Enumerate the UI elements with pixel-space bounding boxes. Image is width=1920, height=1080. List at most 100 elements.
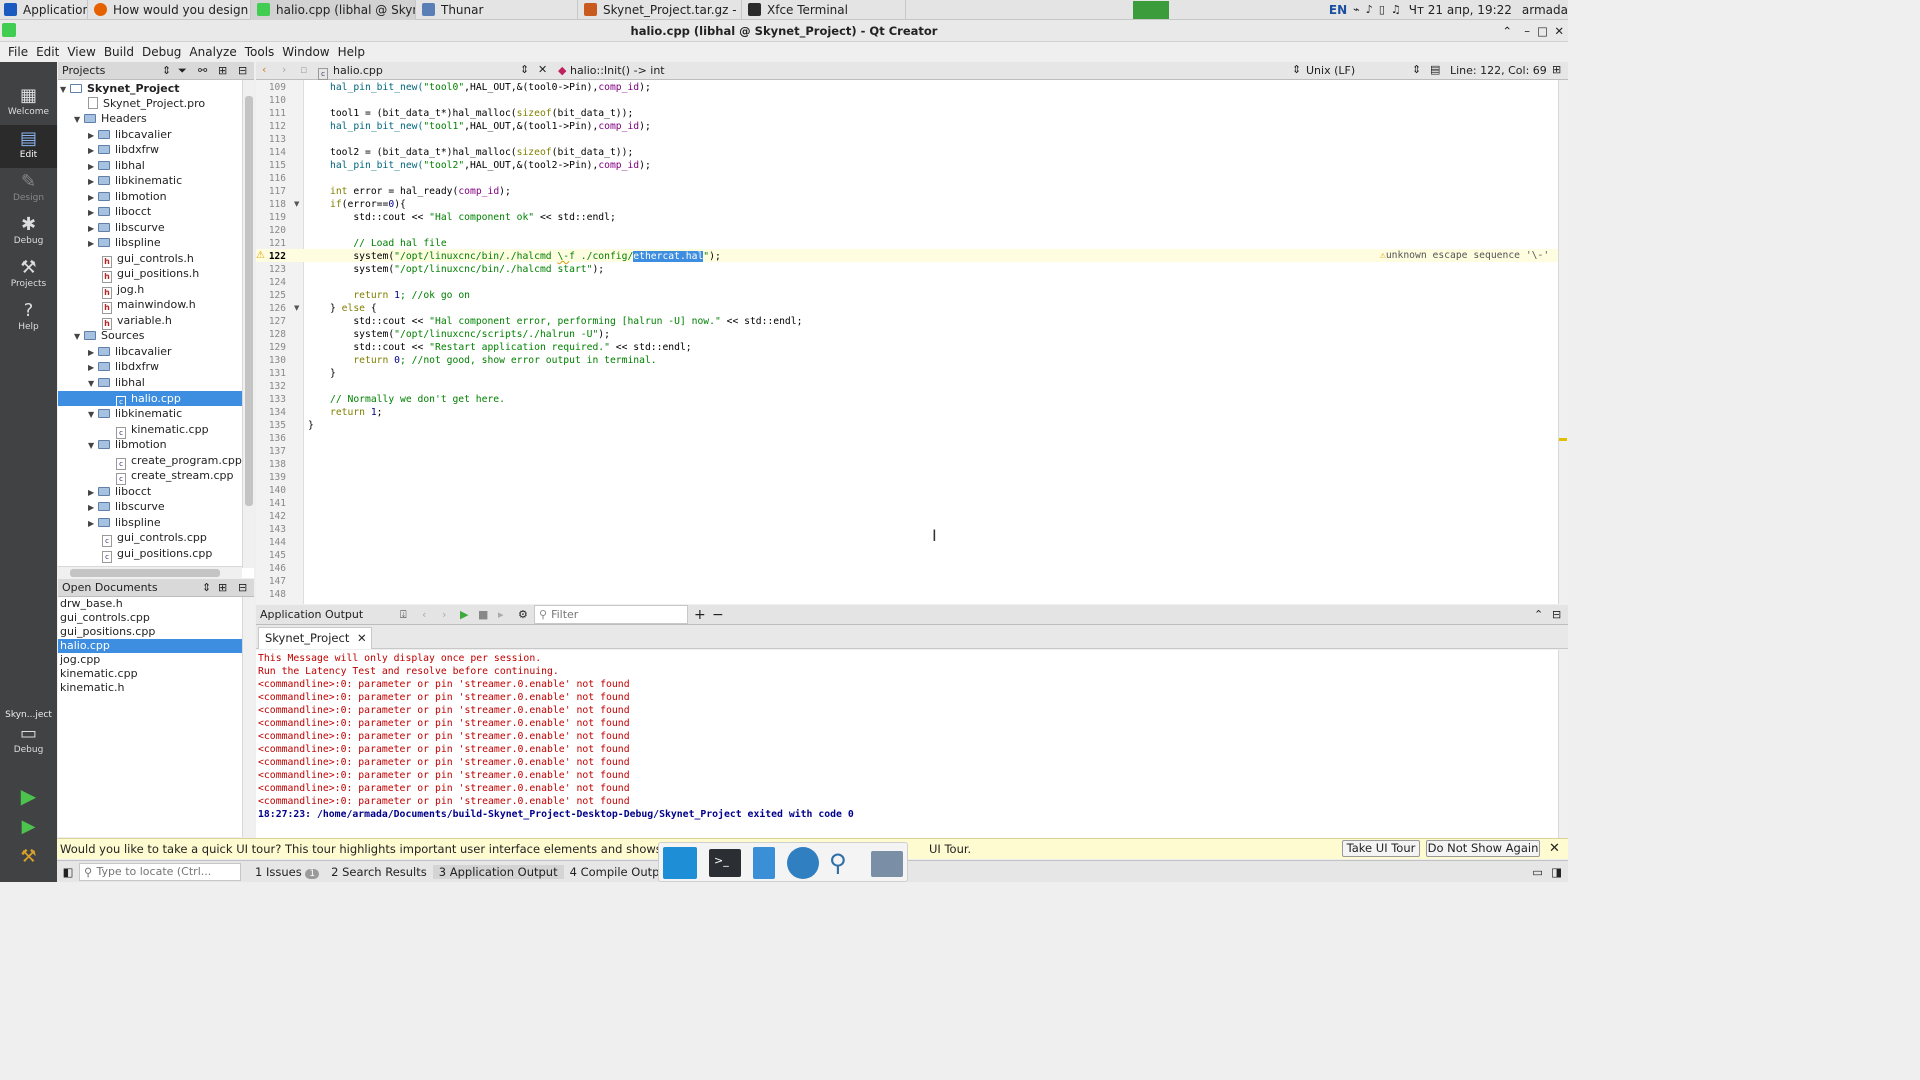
open-document-item[interactable]: gui_controls.cpp — [60, 611, 150, 625]
tree-header-dir[interactable]: ▶ libkinematic — [88, 173, 182, 188]
debug-icon[interactable]: ▸ — [498, 608, 504, 621]
tree-scrollbar[interactable] — [242, 80, 254, 568]
sort-icon[interactable]: ⇕ — [202, 581, 211, 594]
tree-source-dir[interactable]: ▶ libocct — [88, 484, 151, 499]
stop-icon[interactable]: ■ — [478, 608, 488, 621]
toggle-sidebar-icon[interactable]: ◧ — [57, 865, 79, 879]
close-icon[interactable]: ✕ — [1554, 20, 1564, 42]
code-editor[interactable]: 109 110 111 112 113 114 115 116 117 118 119 120 121 1… — [256, 80, 1558, 604]
forward-arrow-icon[interactable]: › — [282, 63, 286, 76]
progress-icon[interactable]: ▭ — [1532, 865, 1543, 879]
tree-source-dir[interactable]: ▶ libscurve — [88, 499, 165, 514]
mode-help[interactable]: ? Help — [0, 297, 57, 340]
tree-header-file[interactable]: h mainwindow.h — [102, 297, 196, 314]
tree-source-file[interactable]: c gui_positions.cpp — [102, 546, 212, 563]
menu-window[interactable]: Window — [278, 45, 333, 59]
output-text[interactable]: This Message will only display once per … — [256, 650, 1558, 838]
tree-source-file[interactable]: c kinematic.cpp — [116, 422, 209, 439]
docs-scrollbar[interactable] — [242, 597, 254, 837]
split-icon[interactable]: ⊞ — [218, 64, 227, 77]
open-document-item[interactable]: jog.cpp — [60, 653, 100, 667]
mode-edit[interactable]: ▤ Edit — [0, 125, 57, 168]
next-icon[interactable]: › — [442, 608, 446, 621]
terminal-icon[interactable]: >_ — [709, 849, 741, 877]
symbol-selector[interactable]: ◆ halio::Init() -> int — [558, 64, 665, 77]
locator-input[interactable] — [96, 865, 227, 878]
task-thunar[interactable]: Thunar — [416, 0, 578, 20]
maximize-icon[interactable]: □ — [1537, 20, 1548, 42]
menu-edit[interactable]: Edit — [32, 45, 63, 59]
globe-icon[interactable] — [787, 847, 819, 879]
close-panel-icon[interactable]: ⊟ — [238, 581, 247, 594]
tree-header-dir[interactable]: ▶ libcavalier — [88, 127, 172, 142]
close-file-icon[interactable]: ✕ — [538, 63, 547, 76]
output-filter[interactable]: ⚲ — [534, 605, 688, 624]
run-button[interactable]: ▶ — [0, 784, 57, 810]
line-ending-selector[interactable]: Unix (LF) — [1306, 64, 1355, 77]
open-document-item[interactable]: gui_positions.cpp — [60, 625, 155, 639]
tree-file-selected[interactable]: c halio.cpp — [58, 391, 242, 408]
tree-header-dir[interactable]: ▶ libmotion — [88, 189, 167, 204]
zoom-in-icon[interactable]: + — [694, 607, 706, 623]
close-panel-icon[interactable]: ⊟ — [238, 64, 247, 77]
open-document-item[interactable]: kinematic.h — [60, 681, 125, 695]
keyboard-layout[interactable]: EN — [1329, 3, 1347, 17]
zoom-out-icon[interactable]: − — [712, 607, 724, 623]
tree-source-dir[interactable]: ▶ libcavalier — [88, 344, 172, 359]
task-terminal[interactable]: Xfce Terminal — [742, 0, 906, 20]
network-icon[interactable]: ⌁ — [1353, 3, 1360, 16]
gear-icon[interactable]: ⚙ — [518, 608, 528, 621]
do-not-show-button[interactable]: Do Not Show Again — [1426, 840, 1540, 857]
tree-header-file[interactable]: h gui_positions.h — [102, 266, 199, 283]
cursor-position[interactable]: Line: 122, Col: 69 — [1450, 64, 1547, 77]
mode-welcome[interactable]: ▦ Welcome — [0, 82, 57, 125]
desktop-icon[interactable] — [663, 847, 697, 879]
tree-source-dir[interactable]: ▶ libspline — [88, 515, 161, 530]
tree-header-dir[interactable]: ▶ libscurve — [88, 220, 165, 235]
open-document-item[interactable]: drw_base.h — [60, 597, 123, 611]
tree-header-dir[interactable]: ▶ libspline — [88, 235, 161, 250]
search-icon[interactable]: ⚲ — [829, 849, 859, 877]
tree-source-file[interactable]: c create_stream.cpp — [116, 468, 233, 485]
issues-tab[interactable]: 1 Issues 1 — [249, 865, 325, 879]
menu-help[interactable]: Help — [334, 45, 369, 59]
kit-selector[interactable]: Skyn...ject ▭ Debug — [0, 710, 57, 770]
folder-icon[interactable] — [871, 851, 903, 877]
build-hammer-icon[interactable]: ⚒ — [0, 846, 57, 872]
tree-header-file[interactable]: h variable.h — [102, 313, 172, 330]
tree-hscrollbar[interactable] — [58, 566, 242, 578]
task-browser[interactable]: How would you design ... — [88, 0, 251, 20]
sort-icon[interactable]: ⇕ — [162, 64, 171, 77]
rerun-icon[interactable]: ▶ — [460, 608, 468, 621]
close-pane-icon[interactable]: ⊟ — [1552, 608, 1561, 621]
workspace-indicator[interactable] — [1132, 0, 1169, 19]
battery-icon[interactable]: ▯ — [1379, 3, 1385, 16]
menu-debug[interactable]: Debug — [138, 45, 185, 59]
tree-source-dir[interactable]: ▼ libkinematic — [88, 406, 182, 421]
application-output-tab[interactable]: 3 Application Output — [432, 864, 564, 879]
maximize-pane-icon[interactable]: ⌃ — [1534, 608, 1543, 621]
tree-header-file[interactable]: h jog.h — [102, 282, 144, 299]
tree-source-file[interactable]: c gui_controls.cpp — [102, 530, 207, 547]
output-tab-skynet[interactable]: Skynet_Project ✕ — [258, 627, 372, 649]
filter-input[interactable] — [551, 608, 672, 621]
mode-design[interactable]: ✎ Design — [0, 168, 57, 211]
open-documents-selector[interactable]: Open Documents — [62, 581, 158, 594]
take-ui-tour-button[interactable]: Take UI Tour — [1342, 840, 1420, 857]
fold-marker[interactable]: ▼ — [294, 304, 299, 312]
output-toggle-icon[interactable]: ◨ — [1551, 865, 1562, 879]
tree-sources[interactable]: ▼ Sources — [74, 328, 145, 343]
open-document-item[interactable]: kinematic.cpp — [60, 667, 138, 681]
tree-source-dir[interactable]: ▶ libdxfrw — [88, 359, 159, 374]
close-tour-icon[interactable]: ✕ — [1549, 839, 1560, 859]
output-scrollbar[interactable] — [1558, 650, 1568, 838]
editor-scrollbar[interactable] — [1558, 80, 1568, 604]
tree-source-dir[interactable]: ▼ libhal — [88, 375, 145, 390]
mode-projects[interactable]: ⚒ Projects — [0, 254, 57, 297]
tree-source-dir[interactable]: ▼ libmotion — [88, 437, 167, 452]
attach-icon[interactable]: ⍗ — [400, 608, 407, 622]
tree-header-file[interactable]: h gui_controls.h — [102, 251, 194, 268]
chevron-up-icon[interactable]: ⌃ — [1502, 20, 1512, 42]
tree-root[interactable]: ▼ Skynet_Project — [60, 81, 180, 96]
task-archive[interactable]: Skynet_Project.tar.gz - x... — [578, 0, 742, 20]
